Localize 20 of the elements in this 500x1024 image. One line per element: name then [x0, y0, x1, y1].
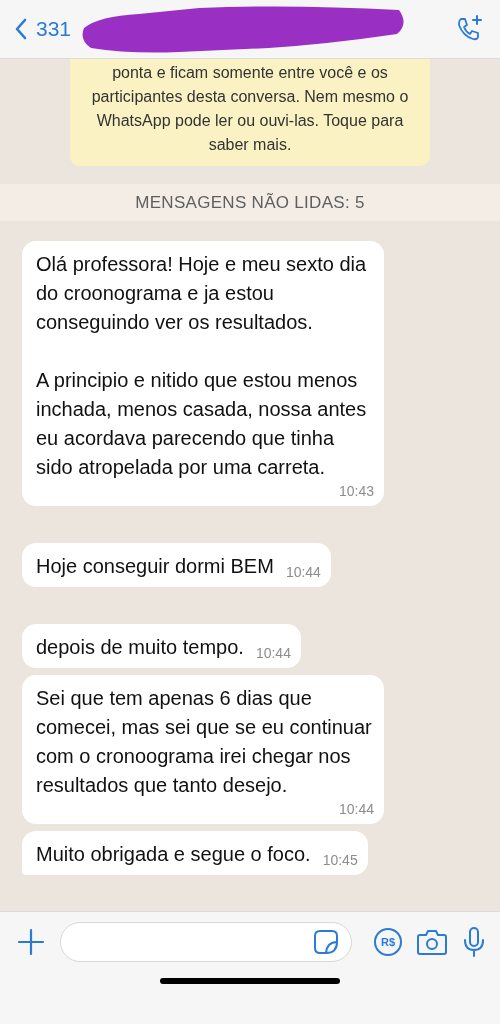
- camera-icon[interactable]: [416, 928, 448, 956]
- message-time: 10:43: [338, 482, 374, 500]
- unread-label: MENSAGENS NÃO LIDAS: 5: [135, 192, 365, 213]
- message-time: 10:44: [338, 800, 374, 818]
- message-time: 10:45: [322, 851, 358, 869]
- encryption-notice[interactable]: ponta e ficam somente entre você e os participantes desta conversa. Nem mesmo o WhatsApp pode ler ou ouvi-las. Toque para saber mais.: [70, 59, 430, 166]
- plus-icon[interactable]: [16, 927, 46, 957]
- payment-button[interactable]: R$: [374, 928, 402, 956]
- message-text: Muito obrigada e segue o foco.: [36, 842, 311, 867]
- message-text: Olá professora! Hoje e meu sexto dia do croonograma e ja estou conseguindo ver os resultados. A principio e nitido que estou menos inchada, menos casada, nossa antes eu acordava parecendo que tinha sido atropelada por uma carreta.: [36, 252, 368, 480]
- microphone-icon[interactable]: [462, 926, 486, 958]
- message-time: 10:44: [255, 644, 291, 662]
- message-text: Hoje conseguir dormi BEM: [36, 554, 274, 579]
- message-text: depois de muito tempo.: [36, 635, 244, 660]
- back-button[interactable]: 331: [10, 17, 76, 41]
- message-input-field[interactable]: [60, 922, 352, 962]
- message-text: Sei que tem apenas 6 dias que comecei, mas sei que se eu continuar com o cronoograma irei chegar nos resultados que tanto desejo.: [36, 686, 373, 798]
- chevron-left-icon: [14, 17, 28, 41]
- message-time: 10:44: [285, 563, 321, 581]
- sticker-icon[interactable]: [313, 929, 339, 955]
